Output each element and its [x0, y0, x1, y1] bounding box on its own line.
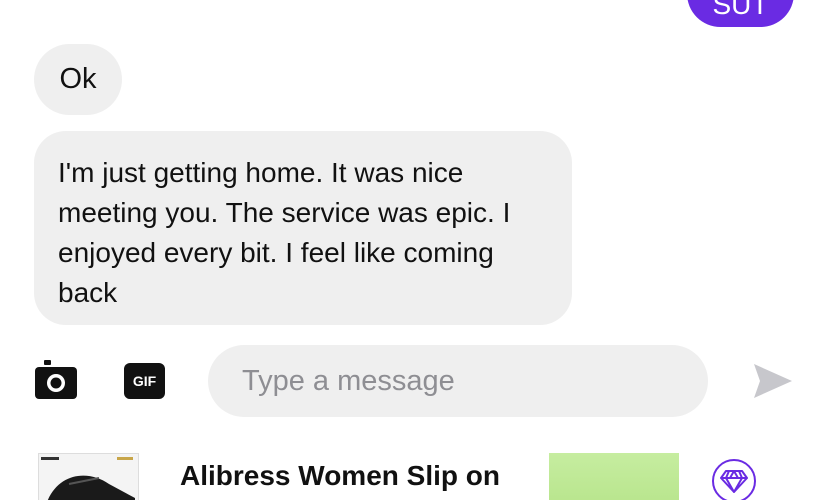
sponsored-ad[interactable]: Alibress Women Slip on	[0, 450, 828, 500]
received-message-text: Ok	[59, 63, 97, 95]
message-input[interactable]	[208, 345, 708, 417]
sent-message-text: SUT	[712, 0, 769, 20]
send-button[interactable]	[752, 362, 794, 400]
ad-title: Alibress Women Slip on	[180, 460, 500, 491]
gif-button[interactable]: GIF	[124, 363, 165, 399]
shoe-image	[41, 457, 135, 500]
received-message-bubble: I'm just getting home. It was nice meeti…	[34, 131, 572, 325]
message-composer: GIF	[0, 342, 828, 422]
gif-label: GIF	[132, 373, 157, 389]
diamond-icon	[720, 470, 748, 493]
send-icon	[754, 364, 792, 398]
received-message-text: I'm just getting home. It was nice meeti…	[58, 157, 511, 308]
received-message-bubble: Ok	[34, 44, 122, 115]
ad-image	[549, 453, 679, 500]
camera-button[interactable]	[35, 360, 77, 399]
camera-icon	[35, 360, 77, 399]
sent-message-bubble: SUT	[687, 0, 794, 27]
premium-button[interactable]	[712, 459, 756, 500]
ad-product-thumbnail	[38, 453, 139, 500]
